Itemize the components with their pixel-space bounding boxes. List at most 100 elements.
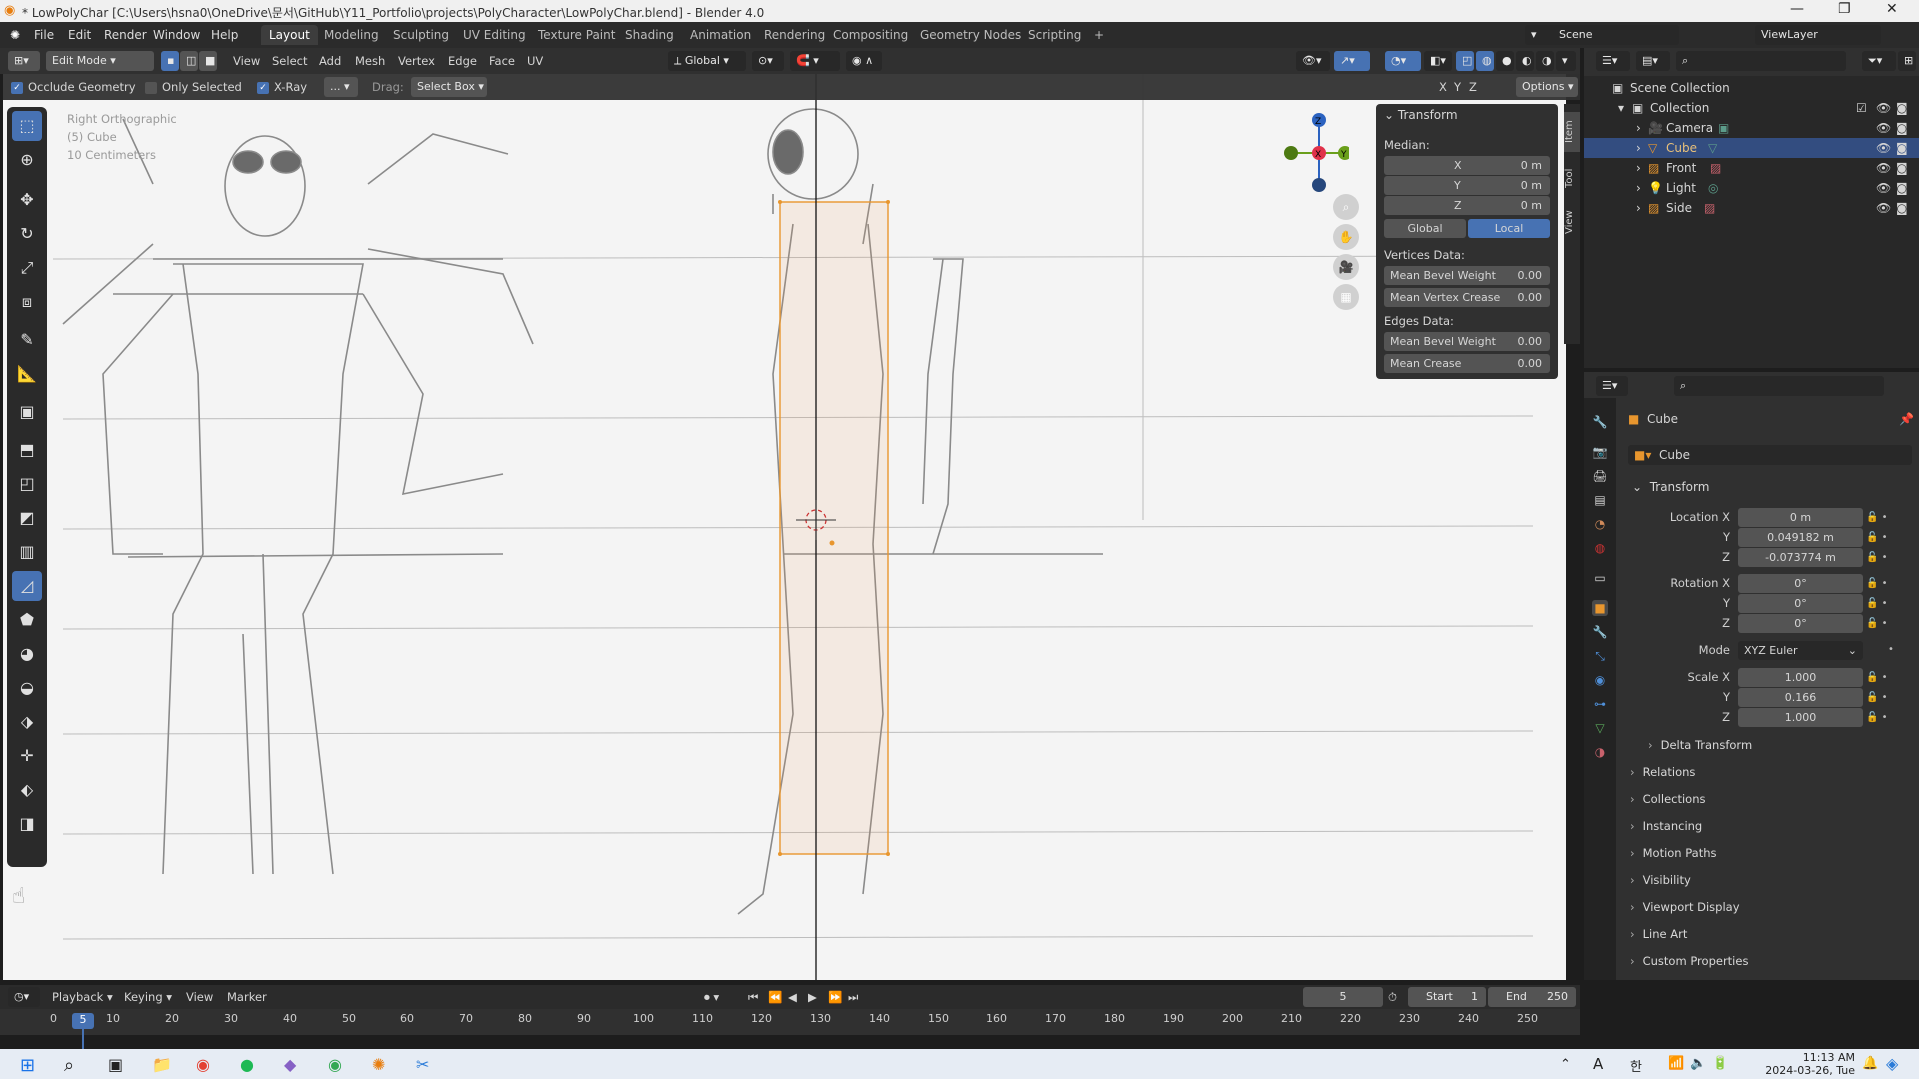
shear-tool-icon[interactable]: ⬖ xyxy=(12,775,42,805)
jump-end-icon[interactable]: ⏭ xyxy=(848,990,858,1005)
timeline-editor-type-icon[interactable]: ◷▾ xyxy=(8,987,40,1007)
camera-view-icon[interactable]: 🎥 xyxy=(1333,254,1359,280)
menu-edge[interactable]: Edge xyxy=(448,54,477,68)
lock-icon[interactable]: 🔓 • xyxy=(1866,614,1888,634)
pan-hand-icon[interactable]: ✋ xyxy=(1333,224,1359,250)
tab-compositing[interactable]: Compositing xyxy=(825,25,916,45)
chevron-right-icon[interactable]: › xyxy=(1636,201,1641,215)
play-reverse-icon[interactable]: ◀ xyxy=(788,990,797,1004)
lock-icon[interactable]: 🔓 • xyxy=(1866,708,1888,728)
relations-section[interactable]: Relations xyxy=(1630,765,1696,779)
physics-tab-icon[interactable]: ◉ xyxy=(1592,672,1608,688)
menu-view[interactable]: View xyxy=(233,54,260,68)
median-z-field[interactable]: Z 0 m xyxy=(1384,196,1550,215)
add-workspace-button[interactable]: + xyxy=(1086,25,1112,45)
eye-icon[interactable]: 👁 xyxy=(1876,121,1891,135)
eye-icon[interactable]: 👁 xyxy=(1876,141,1891,155)
view-layer-selector[interactable]: ViewLayer xyxy=(1755,25,1881,45)
xray-toggle-icon[interactable]: ◰ xyxy=(1456,51,1474,71)
lock-icon[interactable]: 🔓 • xyxy=(1866,688,1888,708)
pin-icon[interactable]: 📌 xyxy=(1899,412,1914,426)
mirror-x-toggle[interactable]: X xyxy=(1439,80,1447,94)
more-options-button[interactable]: ... ▾ xyxy=(324,77,358,97)
edge-select-icon[interactable]: ◫ xyxy=(180,51,198,71)
options-dropdown[interactable]: Options ▾ xyxy=(1516,77,1578,97)
chevron-down-icon[interactable]: ▾ xyxy=(1618,101,1624,115)
camera-render-icon[interactable]: ◙ xyxy=(1896,161,1908,175)
eye-icon[interactable]: 👁 xyxy=(1876,181,1891,195)
knife-tool-icon[interactable]: ◿ xyxy=(12,571,42,601)
blender-menu-icon[interactable]: ✺ xyxy=(10,28,20,42)
orthographic-toggle-icon[interactable]: ▦ xyxy=(1333,284,1359,310)
vertex-select-icon[interactable]: ▪ xyxy=(161,51,179,71)
eye-icon[interactable]: 👁 xyxy=(1876,201,1891,215)
menu-mesh[interactable]: Mesh xyxy=(355,54,385,68)
display-mode-icon[interactable]: ▤▾ xyxy=(1636,51,1670,71)
menu-playback[interactable]: Playback ▾ xyxy=(52,990,113,1004)
menu-vertex[interactable]: Vertex xyxy=(398,54,435,68)
chevron-up-icon[interactable]: ⌃ xyxy=(1560,1057,1571,1072)
mean-vertex-crease-field[interactable]: Mean Vertex Crease 0.00 xyxy=(1384,288,1550,307)
notification-icon[interactable]: 🔔 xyxy=(1862,1056,1878,1071)
visual-studio-icon[interactable]: ◆ xyxy=(284,1055,306,1077)
outliner-collection[interactable]: ▾ ▣ Collection ☑ 👁 ◙ xyxy=(1584,98,1919,118)
rotation-x-field[interactable]: 0° xyxy=(1738,574,1863,593)
only-selected-toggle[interactable]: Only Selected xyxy=(145,80,242,94)
rotation-z-field[interactable]: 0° xyxy=(1738,614,1863,633)
data-tab-icon[interactable]: ▽ xyxy=(1592,720,1608,736)
menu-timeline-view[interactable]: View xyxy=(186,990,213,1004)
mirror-z-toggle[interactable]: Z xyxy=(1469,80,1477,94)
add-cube-tool-icon[interactable]: ▣ xyxy=(12,397,42,427)
mean-crease-field[interactable]: Mean Crease 0.00 xyxy=(1384,354,1550,373)
median-x-field[interactable]: X 0 m xyxy=(1384,156,1550,175)
play-icon[interactable]: ▶ xyxy=(808,990,817,1004)
local-toggle[interactable]: Local xyxy=(1468,219,1550,238)
move-tool-icon[interactable]: ✥ xyxy=(12,185,42,215)
object-name-field[interactable]: ■▾ Cube xyxy=(1628,445,1912,465)
eye-icon[interactable]: 👁 xyxy=(1876,161,1891,175)
mean-bevel-weight-field[interactable]: Mean Bevel Weight 0.00 xyxy=(1384,266,1550,285)
measure-tool-icon[interactable]: 📐 xyxy=(12,359,42,389)
zoom-icon[interactable]: ⌕ xyxy=(1333,194,1359,220)
orientation-selector[interactable]: ⟂ Global ▾ xyxy=(668,51,746,71)
rotation-y-field[interactable]: 0° xyxy=(1738,594,1863,613)
snap-icon[interactable]: 🧲 ▾ xyxy=(790,51,840,71)
chevron-right-icon[interactable]: › xyxy=(1636,181,1641,195)
windows-start-icon[interactable]: ⊞ xyxy=(20,1055,42,1077)
edge-slide-tool-icon[interactable]: ⬗ xyxy=(12,707,42,737)
jump-keyframe-forward-icon[interactable]: ⏩ xyxy=(828,990,842,1004)
tab-scripting[interactable]: Scripting xyxy=(1020,25,1089,45)
global-toggle[interactable]: Global xyxy=(1384,219,1466,238)
constraints-tab-icon[interactable]: ⊶ xyxy=(1592,696,1608,712)
tool-tab-icon[interactable]: 🔧 xyxy=(1592,414,1608,430)
pivot-icon[interactable]: ⊙▾ xyxy=(752,51,784,71)
transform-tool-icon[interactable]: ⧈ xyxy=(12,287,42,317)
smooth-tool-icon[interactable]: ◒ xyxy=(12,673,42,703)
lock-icon[interactable]: 🔓 • xyxy=(1866,508,1888,528)
tab-geometry-nodes[interactable]: Geometry Nodes xyxy=(912,25,1029,45)
solid-shading-icon[interactable]: ● xyxy=(1496,51,1514,71)
stopwatch-icon[interactable]: ⏱ xyxy=(1388,990,1397,1005)
mesh-overlay-icon[interactable]: ◧▾ xyxy=(1424,51,1452,71)
record-icon[interactable]: ⏺ ▾ xyxy=(704,990,719,1005)
battery-icon[interactable]: 🔋 xyxy=(1712,1056,1728,1071)
properties-search-input[interactable]: ⌕ xyxy=(1674,376,1884,396)
outliner-item-cube[interactable]: › ▽ Cube ▽ 👁 ◙ xyxy=(1584,138,1919,158)
tab-layout[interactable]: Layout xyxy=(261,25,318,45)
render-tab-icon[interactable]: 📷 xyxy=(1592,444,1608,460)
menu-marker[interactable]: Marker xyxy=(227,990,267,1004)
outliner-item-side[interactable]: › ▨ Side ▨ 👁 ◙ xyxy=(1584,198,1919,218)
menu-edit[interactable]: Edit xyxy=(68,28,91,42)
motion-paths-section[interactable]: Motion Paths xyxy=(1630,846,1717,860)
collection-tab-icon[interactable]: ▭ xyxy=(1592,570,1608,586)
modifier-tab-icon[interactable]: 🔧 xyxy=(1592,624,1608,640)
close-button[interactable]: ✕ xyxy=(1886,1,1898,17)
chevron-right-icon[interactable]: › xyxy=(1636,141,1641,155)
select-box-icon[interactable]: ⬚ xyxy=(12,111,42,141)
menu-render[interactable]: Render xyxy=(104,28,147,42)
chevron-right-icon[interactable]: › xyxy=(1636,161,1641,175)
rotate-tool-icon[interactable]: ↻ xyxy=(12,219,42,249)
minimize-button[interactable]: — xyxy=(1790,1,1804,17)
task-view-icon[interactable]: ▣ xyxy=(108,1055,130,1077)
3d-viewport[interactable]: Right Orthographic (5) Cube 10 Centimete… xyxy=(3,74,1566,980)
